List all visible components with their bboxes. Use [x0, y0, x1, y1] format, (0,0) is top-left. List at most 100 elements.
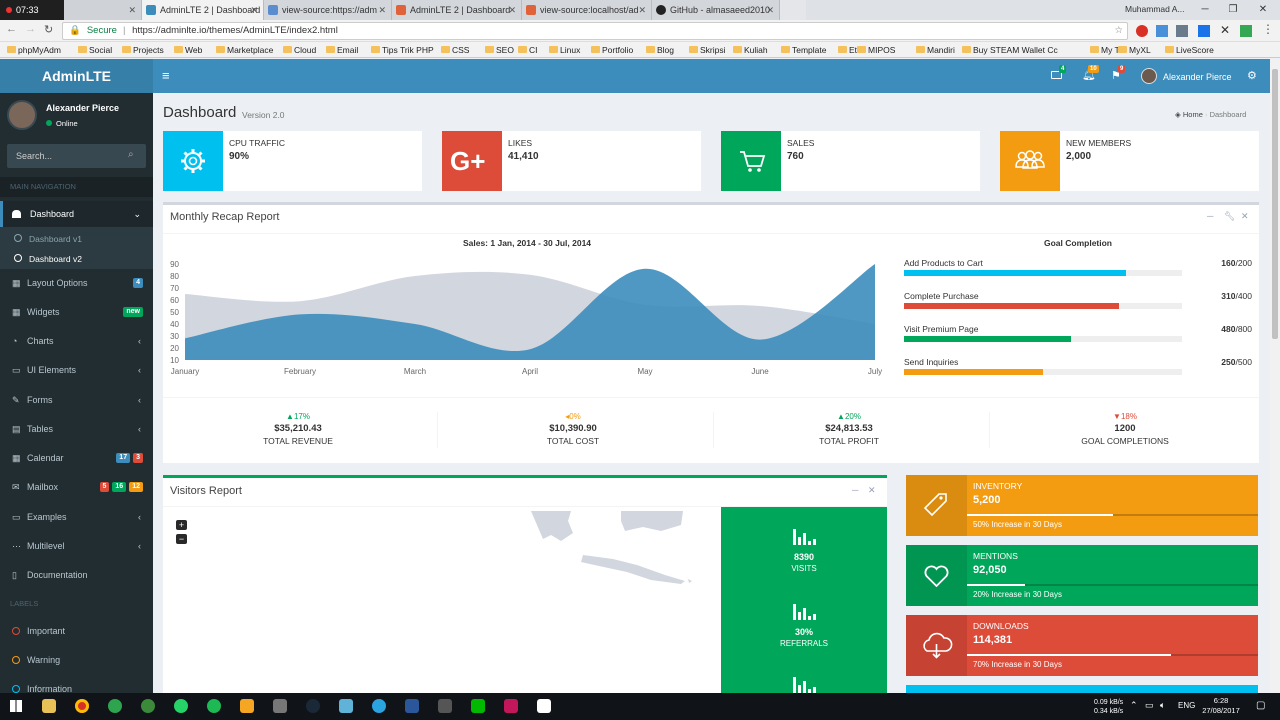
bookmark-item[interactable]: Skripsi [689, 44, 726, 56]
tab-view-source-1[interactable]: view-source:https://adm ✕ [264, 0, 392, 20]
bookmark-item[interactable]: Buy STEAM Wallet Cc [962, 44, 1058, 56]
tab-blank[interactable]: ✕ [64, 0, 142, 20]
volume-icon[interactable]: 🔈︎ [1160, 700, 1165, 711]
bookmark-item[interactable]: CI [518, 44, 538, 56]
bookmark-item[interactable]: phpMyAdm [7, 44, 61, 56]
close-icon[interactable]: ✕ [128, 0, 136, 20]
close-icon[interactable]: ✕ [508, 0, 516, 20]
sidebar-item-layout-options[interactable]: ▦ Layout Options 4 [0, 270, 153, 296]
action-center-icon[interactable]: ▢ [1256, 700, 1265, 711]
windows-start-icon[interactable] [10, 700, 22, 712]
sidebar-subitem-dashboard-v2[interactable]: Dashboard v2 [29, 254, 82, 264]
sidebar-item-multilevel[interactable]: ⋯ Multilevel ‹ [0, 533, 153, 559]
app-logo[interactable]: AdminLTE [0, 59, 153, 93]
bookmark-item[interactable]: Web [174, 44, 202, 56]
close-icon[interactable]: ✕ [378, 0, 386, 20]
bookmark-item[interactable]: Kuliah [733, 44, 768, 56]
sidebar-item-dashboard[interactable]: Dashboard ⌄ [0, 201, 153, 227]
navbar-user-name[interactable]: Alexander Pierce [1163, 72, 1232, 82]
extension-icon[interactable] [1240, 25, 1252, 37]
scrollbar-thumb[interactable] [1272, 69, 1278, 339]
bookmark-item[interactable]: LiveScore [1165, 44, 1214, 56]
reload-icon[interactable]: ↻ [44, 23, 53, 36]
page-scrollbar[interactable] [1270, 59, 1280, 693]
telegram-icon[interactable] [372, 699, 386, 713]
tray-chevron-icon[interactable]: ⌃ [1130, 700, 1138, 711]
app-icon[interactable] [141, 699, 155, 713]
breadcrumb-home[interactable]: Home [1183, 110, 1203, 119]
app-icon[interactable] [108, 699, 122, 713]
tab-view-source-2[interactable]: view-source:localhost/ad ✕ [522, 0, 652, 20]
bookmark-item[interactable]: MIPOS [857, 44, 895, 56]
sidebar-item-tables[interactable]: ▤ Tables ‹ [0, 416, 153, 442]
url-input[interactable]: 🔒 Secure | https://adminlte.io/themes/Admi… [62, 22, 1128, 40]
bookmark-item[interactable]: Social [78, 44, 112, 56]
back-icon[interactable]: ← [6, 23, 17, 35]
bookmark-item[interactable]: Portfolio [591, 44, 633, 56]
app-icon[interactable] [339, 699, 353, 713]
tab-github[interactable]: GitHub - almasaeed2010 ✕ [652, 0, 780, 20]
app-icon[interactable] [504, 699, 518, 713]
sidebar-item-documentation[interactable]: ▯ Documentation [0, 562, 153, 588]
sidebar-label-important[interactable]: Important [0, 618, 153, 644]
app-icon[interactable] [240, 699, 254, 713]
close-icon[interactable]: ✕ [766, 0, 774, 20]
line-icon[interactable] [471, 699, 485, 713]
language-indicator[interactable]: ENG [1178, 701, 1195, 710]
gears-icon[interactable]: ⚙ [1247, 69, 1257, 82]
sidebar-subitem-dashboard-v1[interactable]: Dashboard v1 [29, 234, 82, 244]
extension-icon[interactable] [1156, 25, 1168, 37]
file-explorer-icon[interactable] [42, 699, 56, 713]
word-icon[interactable] [405, 699, 419, 713]
star-icon[interactable]: ☆ [1114, 23, 1123, 39]
bookmark-item[interactable]: Email [326, 44, 358, 56]
extension-x-icon[interactable]: ✕ [1220, 23, 1230, 37]
bookmark-item[interactable]: CSS [441, 44, 469, 56]
profile-chip[interactable]: Muhammad A... [1125, 4, 1185, 14]
bookmark-item[interactable]: Mandiri [916, 44, 955, 56]
spotify-icon[interactable] [207, 699, 221, 713]
sidebar-label-information[interactable]: Information [0, 676, 153, 693]
sidebar-item-forms[interactable]: ✎ Forms ‹ [0, 387, 153, 413]
bookmark-item[interactable]: SEO [485, 44, 514, 56]
collapse-icon[interactable]: ─ [852, 485, 858, 495]
wrench-icon[interactable]: 🔧︎ [1224, 211, 1235, 222]
extension-icon[interactable] [1198, 25, 1210, 37]
sidebar-item-widgets[interactable]: ▦ Widgets new [0, 299, 153, 325]
bookmark-item[interactable]: Template [781, 44, 827, 56]
window-close-icon[interactable]: ✕ [1248, 0, 1278, 20]
bookmark-item[interactable]: Blog [646, 44, 674, 56]
sidebar-item-ui-elements[interactable]: ▭ UI Elements ‹ [0, 357, 153, 383]
system-clock[interactable]: 6:28 27/08/2017 [1200, 696, 1242, 716]
close-icon[interactable]: ✕ [250, 0, 258, 20]
bookmark-item[interactable]: Linux [549, 44, 580, 56]
bookmark-item[interactable]: Marketplace [216, 44, 273, 56]
minimize-icon[interactable]: ─ [1190, 0, 1220, 20]
sidebar-item-calendar[interactable]: ▦ Calendar 17 3 [0, 445, 153, 471]
map-zoom-out-button[interactable]: − [176, 534, 187, 544]
bookmark-item[interactable]: MyXL [1118, 44, 1151, 56]
network-icon[interactable]: ▭ [1145, 700, 1154, 711]
sidebar-item-mailbox[interactable]: ✉ Mailbox 5 16 12 [0, 474, 153, 500]
collapse-icon[interactable]: ─ [1207, 211, 1213, 221]
mail-icon[interactable] [537, 699, 551, 713]
app-icon[interactable] [438, 699, 452, 713]
restore-icon[interactable]: ❐ [1218, 0, 1248, 20]
user-avatar[interactable] [1141, 68, 1157, 84]
sidebar-label-warning[interactable]: Warning [0, 647, 153, 673]
world-map[interactable] [523, 511, 703, 591]
sidebar-toggle-icon[interactable]: ≡ [162, 69, 170, 82]
bookmark-item[interactable]: Tips Trik PHP [371, 44, 434, 56]
close-icon[interactable]: ✕ [868, 485, 876, 496]
menu-dots-icon[interactable]: ⋮ [1262, 22, 1274, 36]
tab-adminlte-2[interactable]: AdminLTE 2 | Dashboard ✕ [392, 0, 522, 20]
search-icon[interactable]: ⌕ [128, 149, 134, 160]
whatsapp-icon[interactable] [174, 699, 188, 713]
forward-icon[interactable]: → [25, 23, 36, 35]
sidebar-item-charts[interactable]: ◔ Charts ‹ [0, 328, 153, 354]
close-icon[interactable]: ✕ [638, 0, 646, 20]
extension-icon[interactable] [1136, 25, 1148, 37]
sidebar-search-input[interactable]: Search... ⌕ [7, 144, 146, 168]
close-icon[interactable]: ✕ [1241, 211, 1249, 222]
bookmark-item[interactable]: Projects [122, 44, 164, 56]
